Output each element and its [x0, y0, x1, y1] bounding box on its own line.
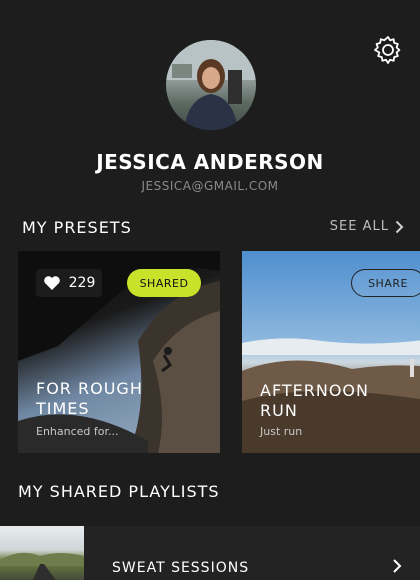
- shared-badge[interactable]: SHARED: [127, 269, 201, 297]
- preset-subtitle: Just run: [260, 425, 303, 438]
- preset-card[interactable]: 229 SHARED FOR ROUGH TIMES Enhanced for.…: [18, 251, 220, 453]
- playlist-name: SWEAT SESSIONS: [112, 560, 250, 576]
- user-email: JESSICA@GMAIL.COM: [141, 179, 279, 193]
- settings-gear-icon[interactable]: [372, 34, 404, 66]
- preset-title: FOR ROUGH TIMES: [36, 379, 143, 418]
- playlists-section-title: MY SHARED PLAYLISTS: [18, 482, 220, 501]
- preset-subtitle: Enhanced for...: [36, 425, 119, 438]
- chevron-right-icon: [395, 220, 404, 233]
- user-name: JESSICA ANDERSON: [96, 150, 324, 174]
- see-all-label: SEE ALL: [329, 219, 389, 234]
- playlist-thumbnail: [0, 526, 84, 580]
- presets-section-title: MY PRESETS: [22, 218, 132, 237]
- share-button[interactable]: SHARE: [351, 269, 420, 297]
- avatar[interactable]: [166, 40, 256, 130]
- likes-count: 229: [68, 275, 96, 291]
- preset-card[interactable]: SHARE AFTERNOON RUN Just run: [242, 251, 420, 453]
- heart-icon: [43, 276, 60, 290]
- see-all-link[interactable]: SEE ALL: [330, 219, 404, 234]
- likes-badge[interactable]: 229: [36, 269, 102, 297]
- preset-title: AFTERNOON RUN: [260, 381, 369, 420]
- chevron-right-icon[interactable]: [392, 558, 402, 574]
- playlist-row[interactable]: SWEAT SESSIONS: [0, 526, 420, 580]
